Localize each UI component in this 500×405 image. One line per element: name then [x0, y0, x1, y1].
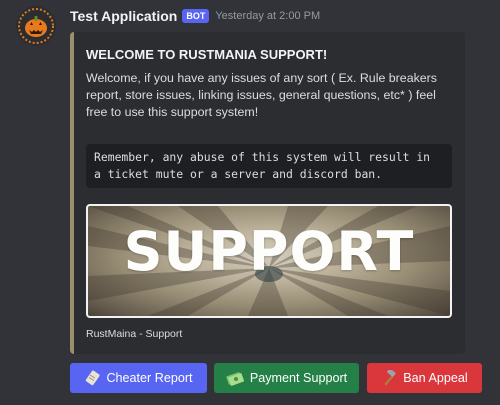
- payment-support-label: Payment Support: [249, 371, 348, 385]
- bot-badge: BOT: [182, 9, 210, 23]
- ban-appeal-button[interactable]: Ban Appeal: [367, 363, 482, 393]
- embed-description: Welcome, if you have any issues of any s…: [86, 71, 437, 119]
- discord-message: Test Application BOT Yesterday at 2:00 P…: [0, 0, 500, 405]
- ban-appeal-label: Ban Appeal: [403, 371, 468, 385]
- code-line: a ticket mute or a server and discord ba…: [94, 167, 383, 181]
- payment-support-button[interactable]: Payment Support: [214, 363, 359, 393]
- code-line: Remember, any abuse of this system will …: [94, 150, 431, 164]
- embed-image[interactable]: SUPPORT: [86, 204, 452, 318]
- code-block: Remember, any abuse of this system will …: [86, 144, 452, 188]
- avatar[interactable]: [16, 6, 56, 46]
- money-icon: [226, 370, 244, 386]
- message-header: Test Application BOT Yesterday at 2:00 P…: [70, 8, 320, 24]
- action-row: Cheater Report Payment Support Ban Appea…: [70, 363, 482, 393]
- cheater-report-button[interactable]: Cheater Report: [70, 363, 207, 393]
- username[interactable]: Test Application: [70, 8, 177, 24]
- image-headline: SUPPORT: [123, 220, 415, 283]
- pumpkin-icon: [16, 6, 56, 46]
- scroll-icon: [84, 370, 100, 386]
- embed: WELCOME TO RUSTMANIA SUPPORT! Welcome, i…: [70, 32, 465, 354]
- embed-title: WELCOME TO RUSTMANIA SUPPORT!: [86, 47, 328, 62]
- hammer-icon: [381, 370, 397, 386]
- timestamp: Yesterday at 2:00 PM: [215, 10, 321, 22]
- cheater-report-label: Cheater Report: [106, 371, 193, 385]
- embed-footer: RustMaina - Support: [86, 328, 183, 340]
